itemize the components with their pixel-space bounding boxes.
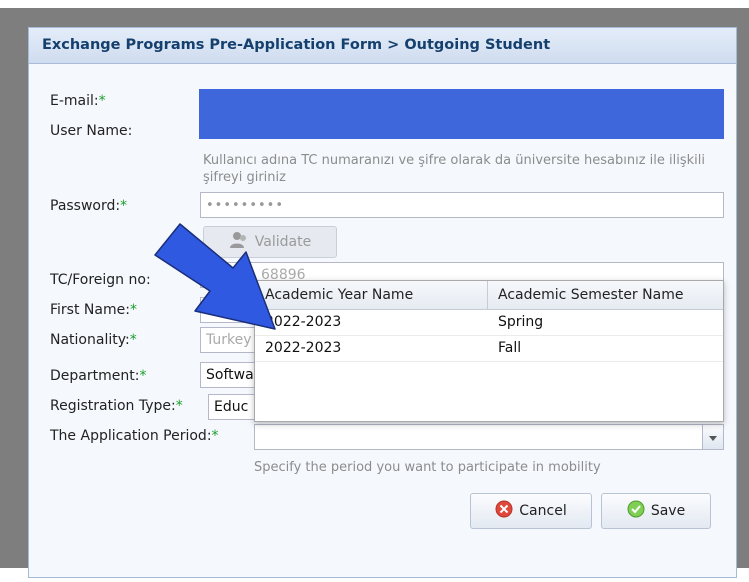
annotation-arrow-icon — [154, 223, 276, 330]
